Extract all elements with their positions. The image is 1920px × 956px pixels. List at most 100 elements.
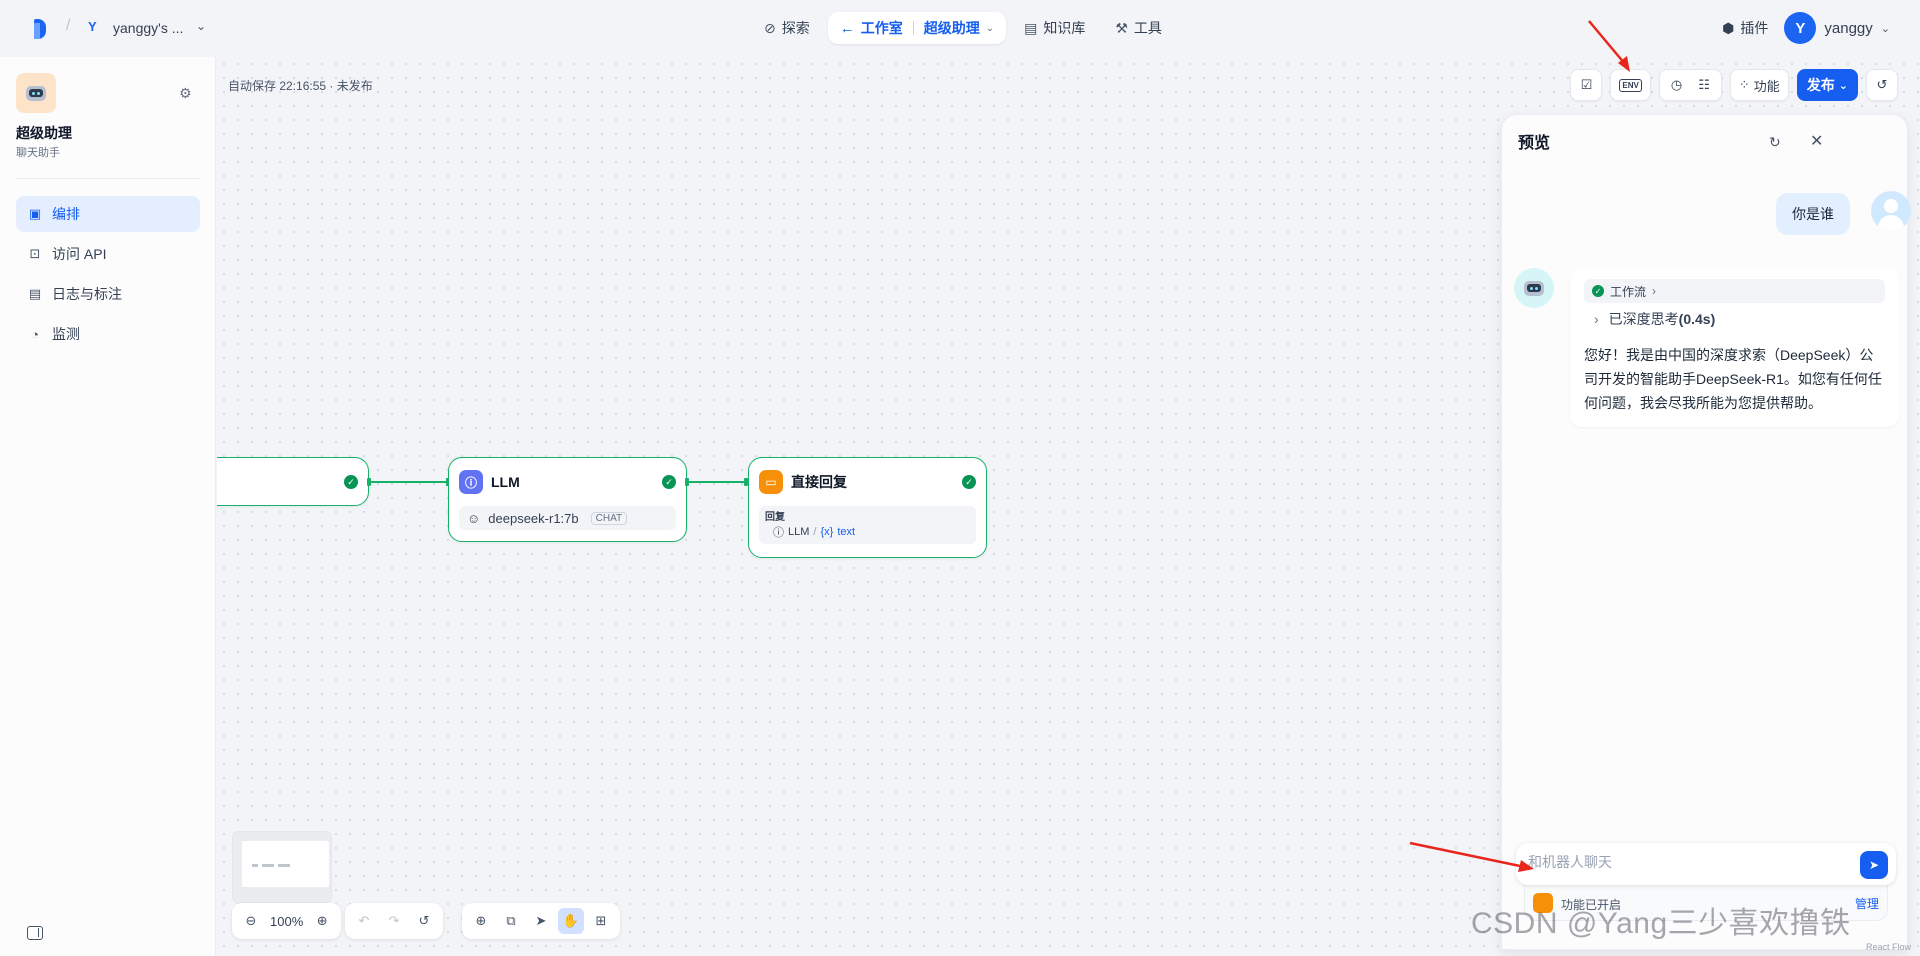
chevron-down-icon[interactable]: ⌄ — [986, 23, 994, 34]
close-icon[interactable]: ✕ — [1810, 131, 1823, 151]
nav-tools[interactable]: ⚒ 工具 — [1103, 12, 1174, 44]
success-check-icon: ✓ — [344, 475, 358, 489]
bot-message: ✓ 工作流 › › 已深度思考(0.4s) 您好！我是由中国的深度求索（Deep… — [1570, 269, 1899, 427]
chat-input-box: ➤ — [1516, 843, 1896, 885]
nav-studio[interactable]: ← 工作室 超级助理 ⌄ — [827, 12, 1007, 44]
llm-node-header: ⓘ LLM — [459, 470, 520, 494]
publish-button[interactable]: 发布 ⌄ — [1796, 69, 1858, 101]
features-manage-link[interactable]: 管理 — [1855, 895, 1879, 912]
book-icon: ▤ — [1024, 19, 1038, 36]
llm-small-icon: ⓘ — [773, 527, 784, 539]
zoom-out-icon[interactable]: ⊖ — [238, 908, 264, 934]
workflow-status[interactable]: ✓ 工作流 › — [1584, 279, 1885, 303]
add-node-icon[interactable]: ⊕ — [468, 908, 494, 934]
zoom-level[interactable]: 100% — [268, 914, 305, 929]
watermark: CSDN @Yang三少喜欢撸铁 — [1471, 907, 1851, 940]
deep-thinking-toggle[interactable]: › 已深度思考(0.4s) — [1584, 309, 1885, 329]
edge-handle[interactable] — [367, 478, 371, 486]
checklist-button[interactable]: ☑ — [1570, 69, 1603, 101]
llm-model-name: deepseek-r1:7b — [488, 510, 579, 526]
main-nav: ⊘ 探索 ← 工作室 超级助理 ⌄ ▤ 知识库 ⚒ 工具 — [752, 12, 1174, 44]
sidebar-item-monitor[interactable]: ◔ 监测 — [16, 316, 200, 352]
compass-icon: ⊘ — [764, 19, 776, 36]
preview-title: 预览 — [1518, 135, 1551, 152]
pointer-icon[interactable]: ➤ — [528, 908, 554, 934]
answer-node-header: ▭ 直接回复 — [759, 470, 847, 494]
breadcrumb-separator: / — [66, 17, 71, 34]
sidebar-collapse-icon[interactable] — [27, 926, 43, 940]
start-node[interactable]: s ✓ — [217, 457, 369, 506]
sidebar-nav: ▣ 编排 ⊡ 访问 API ▤ 日志与标注 ◔ 监测 — [16, 196, 200, 356]
refresh-icon[interactable]: ↻ — [1769, 134, 1781, 151]
add-note-icon[interactable]: ⧉ — [498, 908, 524, 934]
nav-knowledge-label: 知识库 — [1043, 20, 1086, 36]
edge-llm-answer — [687, 481, 747, 483]
checklist-panel-button[interactable]: ☷ — [1691, 73, 1717, 97]
success-check-icon: ✓ — [962, 475, 976, 489]
chat-input[interactable] — [1528, 854, 1828, 870]
hand-icon[interactable]: ✋ — [558, 908, 584, 934]
arrow-left-icon[interactable]: ← — [840, 20, 855, 37]
minimap[interactable] — [232, 831, 332, 903]
top-bar: / Y yanggy's ... ⌄ ⊘ 探索 ← 工作室 超级助理 ⌄ ▤ 知… — [0, 0, 1920, 57]
app-mode: 聊天助手 — [16, 147, 60, 159]
history-icon[interactable]: ↺ — [411, 908, 437, 934]
bot-avatar — [1514, 268, 1554, 308]
nav-knowledge[interactable]: ▤ 知识库 — [1012, 12, 1097, 44]
send-icon[interactable]: ➤ — [1860, 851, 1888, 879]
success-check-icon: ✓ — [662, 475, 676, 489]
chevron-down-icon[interactable]: ⌄ — [196, 19, 206, 33]
zoom-controls: ⊖ 100% ⊕ — [232, 903, 342, 939]
llm-icon: ⓘ — [459, 470, 483, 494]
sidebar-item-logs[interactable]: ▤ 日志与标注 — [16, 276, 200, 312]
version-history-button[interactable]: ↺ — [1866, 69, 1898, 101]
redo-icon[interactable]: ↷ — [381, 908, 407, 934]
undo-icon[interactable]: ↶ — [351, 908, 377, 934]
nav-explore[interactable]: ⊘ 探索 — [752, 12, 822, 44]
features-button[interactable]: ⁘ 功能 — [1729, 69, 1789, 101]
llm-node[interactable]: ⓘ LLM ✓ ☺ deepseek-r1:7b CHAT — [448, 457, 687, 542]
bot-answer-text: 您好！我是由中国的深度求索（DeepSeek）公司开发的智能助手DeepSeek… — [1584, 347, 1882, 411]
autosave-status: 自动保存 22:16:55 · 未发布 — [228, 79, 373, 93]
plugins-label: 插件 — [1740, 20, 1769, 36]
dify-logo[interactable] — [34, 19, 52, 39]
sidebar-item-api[interactable]: ⊡ 访问 API — [16, 236, 200, 272]
settings-sliders-icon[interactable]: ⚙ — [179, 85, 192, 102]
terminal-icon: ⊡ — [29, 246, 41, 261]
nav-tools-label: 工具 — [1133, 20, 1162, 36]
zoom-in-icon[interactable]: ⊕ — [309, 908, 335, 934]
chevron-down-icon[interactable]: ⌄ — [1881, 22, 1890, 35]
edge-handle[interactable] — [685, 478, 689, 486]
ref-node-name: LLM — [788, 526, 810, 538]
react-flow-attribution[interactable]: React Flow — [1866, 942, 1911, 952]
plugins-button[interactable]: ⬢ 插件 — [1722, 18, 1768, 38]
publish-label: 发布 — [1806, 77, 1835, 93]
run-history-button[interactable]: ◷ — [1664, 73, 1689, 97]
workspace-name[interactable]: yanggy's ... — [113, 20, 183, 36]
variable-icon: {x} — [820, 526, 834, 538]
sidebar-item-label: 访问 API — [52, 246, 107, 262]
env-button[interactable]: ENV — [1610, 69, 1651, 101]
answer-var-ref: ⓘ LLM / {x} text — [773, 524, 970, 540]
workspace-avatar[interactable]: Y — [88, 19, 97, 34]
thinking-label: 已深度思考 — [1608, 311, 1679, 327]
user-menu[interactable]: Y yanggy ⌄ — [1784, 12, 1890, 44]
divider — [16, 178, 200, 179]
answer-node-title: 直接回复 — [791, 474, 847, 490]
user-avatar[interactable]: Y — [1784, 12, 1817, 44]
user-name[interactable]: yanggy — [1824, 20, 1872, 37]
chevron-right-icon: › — [1652, 284, 1657, 298]
nav-app-name[interactable]: 超级助理 — [924, 18, 980, 38]
cube-icon: ⬢ — [1722, 19, 1735, 36]
workflow-label: 工作流 — [1610, 284, 1647, 299]
sidebar-item-label: 日志与标注 — [52, 286, 122, 302]
sidebar-item-label: 编排 — [52, 206, 80, 222]
layout-organize-icon[interactable]: ⊞ — [588, 908, 614, 934]
llm-node-title: LLM — [491, 474, 520, 490]
clock-play-icon: ◷ — [1670, 77, 1683, 92]
answer-node[interactable]: ▭ 直接回复 ✓ 回复 ⓘ LLM / {x} text — [748, 457, 987, 558]
thinking-time: (0.4s) — [1678, 311, 1716, 327]
nav-studio-label[interactable]: 工作室 — [861, 18, 903, 38]
nav-divider — [912, 21, 914, 35]
sidebar-item-orchestrate[interactable]: ▣ 编排 — [16, 196, 200, 232]
